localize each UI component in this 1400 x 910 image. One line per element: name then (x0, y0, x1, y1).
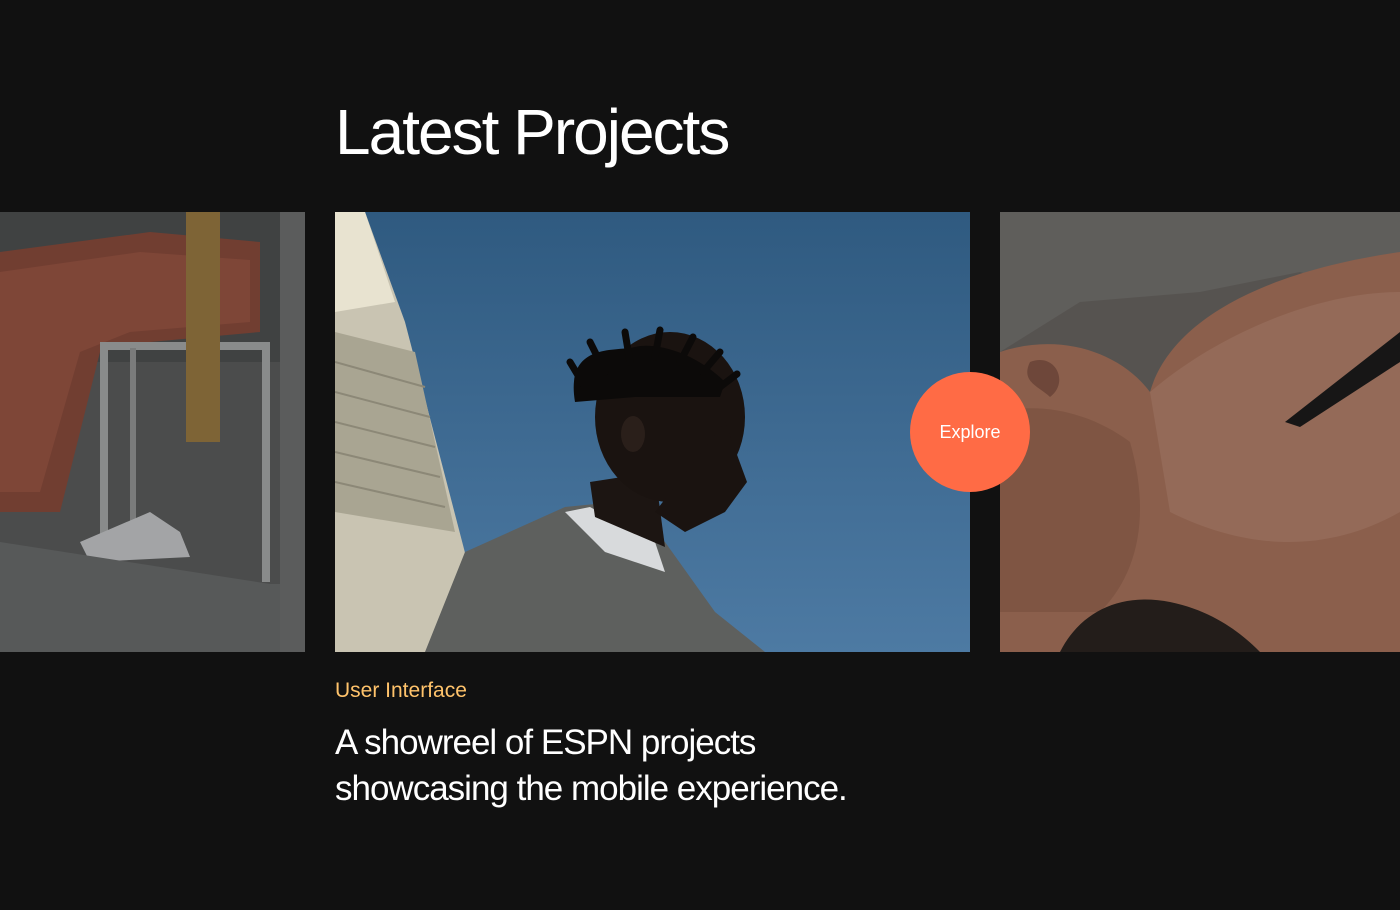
project-image-next (1000, 212, 1400, 652)
project-category[interactable]: User Interface (335, 677, 467, 705)
project-image-previous (0, 212, 305, 652)
project-description-line-2: showcasing the mobile experience. (335, 769, 848, 808)
project-card-previous[interactable] (0, 212, 305, 652)
project-card-next[interactable] (1000, 212, 1400, 652)
page: Latest Projects Explore User Interface A… (0, 0, 1400, 910)
project-card-active[interactable] (335, 212, 970, 652)
project-image-active (335, 212, 970, 652)
explore-button[interactable]: Explore (910, 372, 1030, 492)
project-description[interactable]: A showreel of ESPN projects showcasing t… (335, 720, 975, 812)
section-title: Latest Projects (335, 96, 730, 168)
project-description-line-1: A showreel of ESPN projects (335, 723, 756, 762)
